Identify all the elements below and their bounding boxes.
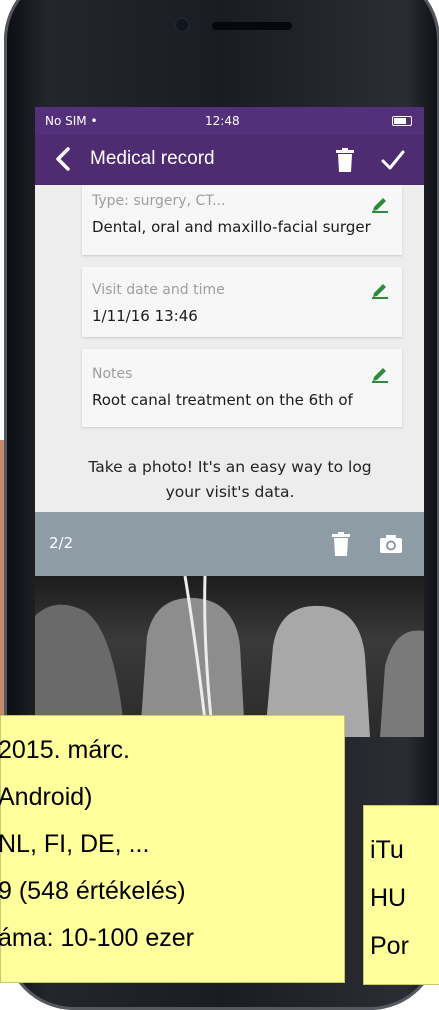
note-line: iTu — [370, 836, 404, 864]
note-line: NL, FI, DE, ... — [0, 830, 150, 858]
note-line: Por — [370, 932, 409, 960]
field-value: Root canal treatment on the 6th of — [92, 391, 353, 409]
check-icon[interactable] — [380, 147, 406, 173]
battery-icon — [392, 116, 412, 126]
photo-hint: Take a photo! It's an easy way to log yo… — [55, 455, 405, 505]
note-line: Android) — [0, 783, 93, 811]
carrier-label: No SIM • — [45, 114, 98, 128]
earpiece-speaker — [212, 22, 292, 30]
front-camera — [176, 19, 188, 31]
note-line: HU — [370, 884, 407, 912]
pencil-icon[interactable] — [370, 279, 390, 299]
photo-counter: 2/2 — [49, 534, 74, 552]
clock: 12:48 — [205, 114, 240, 128]
note-line: áma: 10-100 ezer — [0, 924, 194, 952]
note-line: 9 (548 értékelés) — [0, 877, 186, 905]
field-label: Type: surgery, CT... — [92, 193, 226, 209]
hint-line-1: Take a photo! It's an easy way to log — [88, 458, 372, 476]
field-label: Visit date and time — [92, 282, 225, 298]
trash-icon[interactable] — [331, 532, 351, 556]
field-value: 1/11/16 13:46 — [92, 307, 198, 325]
pencil-icon[interactable] — [370, 363, 390, 383]
dental-xray-photo[interactable] — [35, 575, 424, 737]
field-value: Dental, oral and maxillo-facial surger — [92, 218, 371, 236]
note-line: 2015. márc. — [0, 736, 131, 764]
status-bar: No SIM • 12:48 — [35, 107, 424, 135]
field-label: Notes — [92, 366, 133, 382]
photo-bar: 2/2 — [35, 512, 424, 576]
page-title: Medical record — [90, 148, 215, 169]
app-toolbar: Medical record — [35, 135, 424, 185]
xray-image — [35, 575, 424, 737]
field-notes[interactable]: Notes Root canal treatment on the 6th of — [82, 349, 402, 427]
pencil-icon[interactable] — [370, 193, 390, 213]
field-type[interactable]: Type: surgery, CT... Dental, oral and ma… — [82, 185, 402, 255]
field-visit-date[interactable]: Visit date and time 1/11/16 13:46 — [82, 267, 402, 337]
info-note-right: iTu HU Por — [363, 805, 439, 985]
back-chevron-icon[interactable] — [53, 146, 73, 172]
hint-line-2: your visit's data. — [165, 483, 295, 501]
app-screen: No SIM • 12:48 Medical record Type: surg… — [35, 107, 424, 737]
trash-icon[interactable] — [335, 148, 355, 172]
camera-icon[interactable] — [379, 534, 403, 554]
info-note-left: 2015. márc. Android) NL, FI, DE, ... 9 (… — [0, 715, 345, 983]
